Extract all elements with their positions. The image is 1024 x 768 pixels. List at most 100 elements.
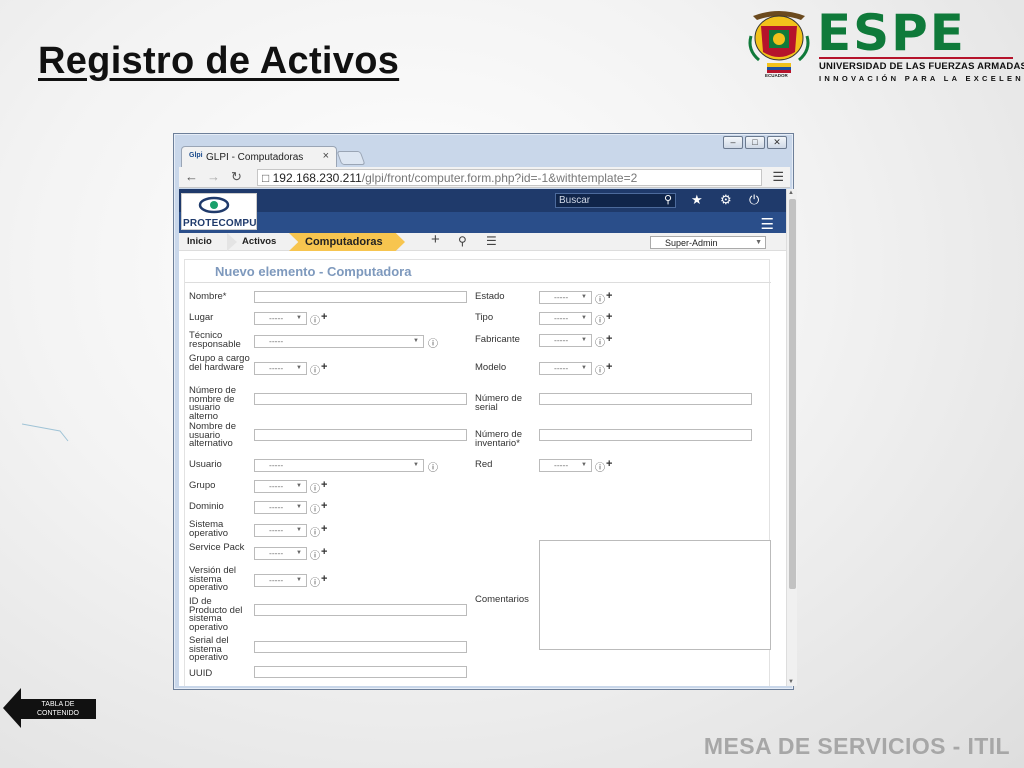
hamburger-menu-icon[interactable]: ☰ bbox=[761, 215, 774, 233]
add-icon[interactable]: + bbox=[321, 311, 327, 323]
protecompu-logo[interactable]: PROTECOMPU bbox=[181, 193, 257, 230]
add-icon[interactable]: + bbox=[606, 333, 612, 345]
maximize-button[interactable]: □ bbox=[745, 136, 765, 149]
add-icon[interactable]: + bbox=[431, 231, 440, 248]
address-bar[interactable]: □ 192.168.230.211/glpi/front/computer.fo… bbox=[257, 169, 762, 186]
info-icon[interactable]: ⓘ bbox=[595, 312, 605, 327]
label-numero-inventario: Número de inventario* bbox=[475, 429, 522, 449]
add-icon[interactable]: + bbox=[321, 361, 327, 373]
grupo-hardware-select[interactable]: ----- ▼ bbox=[254, 362, 307, 375]
lugar-select[interactable]: ----- ▼ bbox=[254, 312, 307, 325]
label-serial-so: Serial del sistema operativo bbox=[189, 635, 229, 663]
chevron-down-icon: ▼ bbox=[581, 294, 587, 300]
breadcrumb-computadoras[interactable]: Computadoras bbox=[289, 233, 405, 251]
reload-icon[interactable]: ↻ bbox=[231, 169, 242, 185]
close-tab-icon[interactable]: × bbox=[323, 150, 329, 162]
nombre-usuario-alternativo-field[interactable] bbox=[254, 429, 467, 441]
back-arrow-icon[interactable]: ← bbox=[185, 169, 198, 184]
minimize-button[interactable]: – bbox=[723, 136, 743, 149]
estado-value: ----- bbox=[554, 292, 569, 302]
info-icon[interactable]: ⓘ bbox=[595, 291, 605, 306]
add-icon[interactable]: + bbox=[321, 479, 327, 491]
computer-form: Nuevo elemento - Computadora Nombre* Lug… bbox=[184, 259, 771, 686]
estado-select[interactable]: ----- ▼ bbox=[539, 291, 592, 304]
tipo-value: ----- bbox=[554, 313, 569, 323]
tabla-contenido-label: TABLA DE CONTENIDO bbox=[20, 699, 96, 719]
star-icon[interactable]: ★ bbox=[691, 192, 703, 208]
info-icon[interactable]: ⓘ bbox=[310, 547, 320, 562]
info-icon[interactable]: ⓘ bbox=[310, 312, 320, 327]
info-icon[interactable]: ⓘ bbox=[310, 480, 320, 495]
chevron-down-icon: ▼ bbox=[581, 462, 587, 468]
info-icon[interactable]: ⓘ bbox=[595, 362, 605, 377]
add-icon[interactable]: + bbox=[321, 500, 327, 512]
tabla-contenido-button[interactable]: TABLA DE CONTENIDO bbox=[3, 688, 96, 728]
label-numero-serial: Número de serial bbox=[475, 393, 522, 413]
info-icon[interactable]: ⓘ bbox=[595, 334, 605, 349]
add-icon[interactable]: + bbox=[606, 458, 612, 470]
nombre-field[interactable] bbox=[254, 291, 467, 303]
version-so-select[interactable]: ----- ▼ bbox=[254, 574, 307, 587]
add-icon[interactable]: + bbox=[606, 311, 612, 323]
grupo-select[interactable]: ----- ▼ bbox=[254, 480, 307, 493]
sistema-operativo-select[interactable]: ----- ▼ bbox=[254, 524, 307, 537]
modelo-value: ----- bbox=[554, 363, 569, 373]
breadcrumb-activos[interactable]: Activos bbox=[242, 236, 276, 247]
search-placeholder: Buscar bbox=[559, 195, 591, 206]
tecnico-select[interactable]: ----- ▼ bbox=[254, 335, 424, 348]
usuario-select[interactable]: ----- ▼ bbox=[254, 459, 424, 472]
decorative-line bbox=[22, 423, 69, 442]
browser-tab[interactable]: Glpi GLPI - Computadoras × bbox=[181, 146, 337, 167]
modelo-select[interactable]: ----- ▼ bbox=[539, 362, 592, 375]
search-icon[interactable]: ⚲ bbox=[664, 193, 672, 206]
forward-arrow-icon[interactable]: → bbox=[207, 169, 220, 184]
numero-inventario-field[interactable] bbox=[539, 429, 752, 441]
tipo-select[interactable]: ----- ▼ bbox=[539, 312, 592, 325]
id-producto-so-field[interactable] bbox=[254, 604, 467, 616]
info-icon[interactable]: ⓘ bbox=[310, 524, 320, 539]
info-icon[interactable]: ⓘ bbox=[428, 459, 438, 474]
red-select[interactable]: ----- ▼ bbox=[539, 459, 592, 472]
add-icon[interactable]: + bbox=[321, 573, 327, 585]
info-icon[interactable]: ⓘ bbox=[595, 459, 605, 474]
logo-tagline: INNOVACIÓN PARA LA EXCELENCIA bbox=[819, 74, 1024, 83]
gear-icon[interactable]: ⚙ bbox=[720, 192, 732, 208]
search-input[interactable]: Buscar ⚲ bbox=[555, 193, 676, 208]
service-pack-select[interactable]: ----- ▼ bbox=[254, 547, 307, 560]
new-tab-button[interactable] bbox=[336, 151, 366, 165]
info-icon[interactable]: ⓘ bbox=[310, 362, 320, 377]
close-window-button[interactable]: ✕ bbox=[767, 136, 787, 149]
fabricante-select[interactable]: ----- ▼ bbox=[539, 334, 592, 347]
browser-menu-icon[interactable]: ☰ bbox=[772, 169, 784, 185]
numero-serial-field[interactable] bbox=[539, 393, 752, 405]
serial-so-field[interactable] bbox=[254, 641, 467, 653]
label-nombre-usuario-alternativo: Nombre de usuario alternativo bbox=[189, 421, 236, 449]
scroll-thumb[interactable] bbox=[789, 199, 796, 589]
grupo-value: ----- bbox=[269, 481, 284, 491]
tab-title: GLPI - Computadoras bbox=[206, 152, 304, 163]
chevron-down-icon: ▼ bbox=[296, 550, 302, 556]
add-icon[interactable]: + bbox=[321, 523, 327, 535]
chevron-down-icon: ▼ bbox=[581, 315, 587, 321]
add-icon[interactable]: + bbox=[606, 290, 612, 302]
power-icon[interactable]: ⏻ bbox=[749, 192, 759, 208]
scroll-up-icon[interactable]: ▲ bbox=[788, 190, 794, 196]
add-icon[interactable]: + bbox=[321, 546, 327, 558]
add-icon[interactable]: + bbox=[606, 361, 612, 373]
info-icon[interactable]: ⓘ bbox=[310, 501, 320, 516]
scroll-down-icon[interactable]: ▼ bbox=[788, 679, 794, 685]
numero-usuario-alterno-field[interactable] bbox=[254, 393, 467, 405]
list-icon[interactable]: ☰ bbox=[486, 234, 497, 248]
chevron-down-icon: ▼ bbox=[755, 239, 762, 246]
uuid-field[interactable] bbox=[254, 666, 467, 678]
info-icon[interactable]: ⓘ bbox=[428, 335, 438, 350]
breadcrumb-inicio[interactable]: Inicio bbox=[187, 236, 212, 247]
chevron-down-icon: ▼ bbox=[296, 527, 302, 533]
info-icon[interactable]: ⓘ bbox=[310, 574, 320, 589]
logo-subtitle: UNIVERSIDAD DE LAS FUERZAS ARMADAS bbox=[819, 61, 1024, 72]
profile-select[interactable]: Super-Admin ▼ bbox=[650, 236, 766, 249]
dominio-select[interactable]: ----- ▼ bbox=[254, 501, 307, 514]
comentarios-textarea[interactable] bbox=[539, 540, 771, 650]
page-scrollbar[interactable]: ▲ ▼ bbox=[786, 189, 797, 686]
search-list-icon[interactable]: ⚲ bbox=[458, 234, 467, 248]
